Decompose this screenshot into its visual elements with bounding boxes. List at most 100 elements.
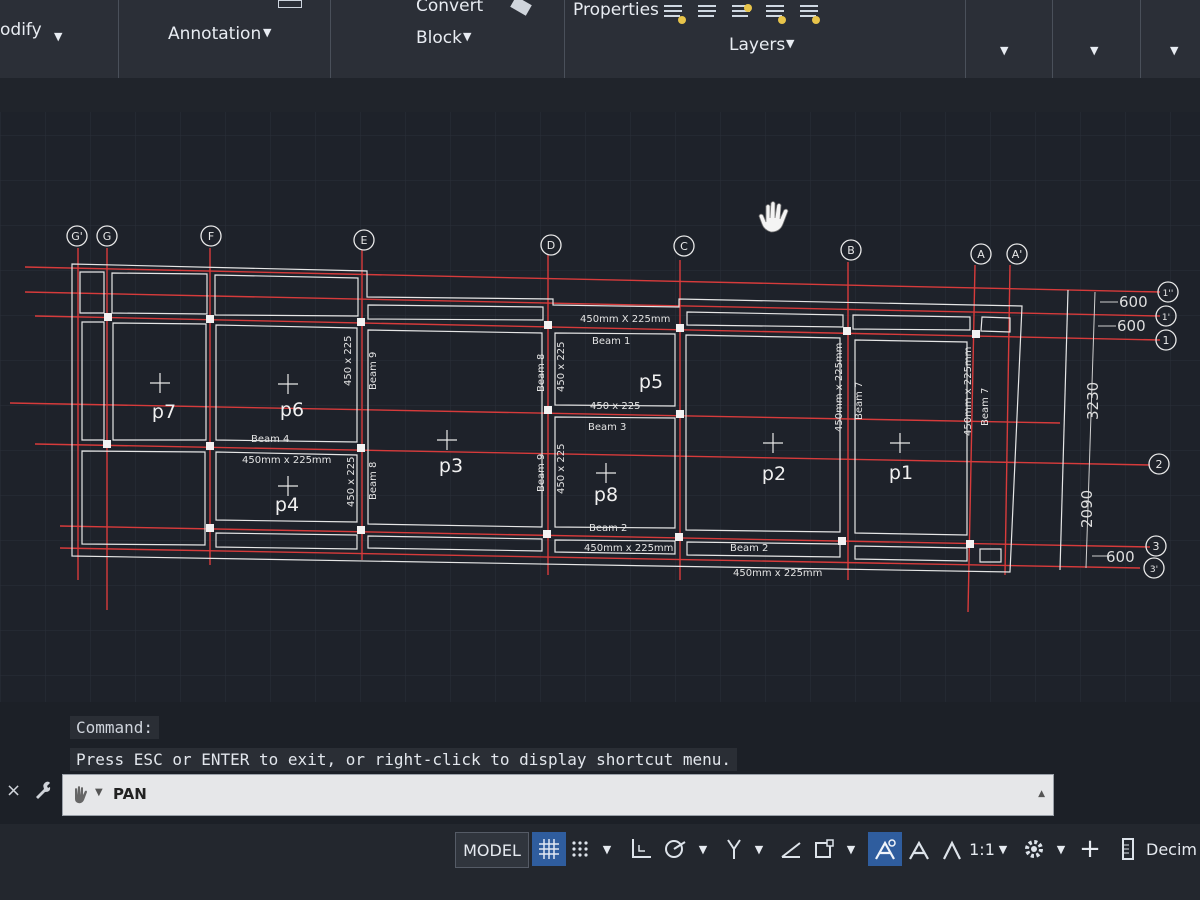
properties-label[interactable]: Properties [573,0,659,20]
object-snap-tracking-icon[interactable] [776,832,806,866]
chevron-down-icon[interactable]: ▼ [95,787,103,798]
chevron-down-icon[interactable]: ▼ [694,832,712,866]
beam-label-7: Beam 7 [980,388,991,426]
pan-hand-icon [75,786,87,804]
object-snap-icon[interactable] [810,832,838,866]
panel-label-p6: p6 [280,399,304,421]
chevron-down-icon[interactable]: ▼ [842,832,860,866]
viewport-header [0,78,1200,113]
beam-dimension-label: 450mm x 225mm [733,568,822,579]
beam-label-8: Beam 8 [368,462,379,500]
annotation-scale-icon[interactable] [938,832,966,866]
panel-label-p7: p7 [152,401,176,423]
grid-bubble-d: D [547,239,555,252]
annotation-scale-value[interactable]: 1:1 [968,832,996,866]
block-editor-icon[interactable] [510,0,532,16]
beam-dimension-label: 450mm X 225mm [580,314,670,325]
chevron-down-icon[interactable]: ▼ [263,26,271,39]
panel-label-p1: p1 [889,462,913,484]
beam-label-9: Beam 9 [536,454,547,492]
beam-label-8: Beam 8 [536,354,547,392]
model-space-button[interactable]: MODEL [455,832,529,868]
beam-label-1: Beam 1 [592,336,630,347]
beam-dimension-label: 450mm x 225mm [242,455,331,466]
units-label[interactable]: Decim [1146,832,1200,866]
command-line-text: PAN [113,785,147,803]
grid-bubble-2: 2 [1156,458,1163,471]
panel-layers-label[interactable]: Layers [729,35,785,55]
dimension-label: 3230 [1084,382,1102,420]
panel-label-p3: p3 [439,455,463,477]
units-icon[interactable] [1118,832,1138,866]
chevron-down-icon[interactable]: ▼ [54,30,62,43]
panel-annotation-label[interactable]: Annotation [168,24,261,44]
grid-bubble-e: E [361,234,368,247]
dimension-label: 600 [1119,293,1148,311]
snap-mode-icon[interactable] [568,832,592,866]
beam-dimension-label: 450 x 225 [556,444,567,494]
grid-bubble-c: C [680,240,688,253]
beam-label-2: Beam 2 [730,543,768,554]
plus-icon[interactable]: + [1076,832,1104,866]
convert-label[interactable]: Convert [416,0,483,16]
floor-plan-drawing[interactable]: G' G F E D C B A A' 1'' 1' 1 2 3 3' p7 p… [0,112,1200,702]
panel-modify-label[interactable]: odify [0,20,42,40]
command-line-input[interactable]: ▼ PAN ▲ [62,774,1054,816]
gear-icon[interactable] [1020,832,1048,866]
grid-bubble-1: 1 [1163,334,1170,347]
chevron-down-icon[interactable]: ▼ [786,37,794,50]
grid-bubble-f: F [208,230,214,243]
chevron-down-icon[interactable]: ▼ [598,832,616,866]
panel-label-p4: p4 [275,494,299,516]
annotation-autoscale-icon[interactable] [904,832,934,866]
grid-bubble-3-prime: 3' [1150,565,1158,575]
chevron-down-icon[interactable]: ▼ [1090,44,1098,57]
beam-label-4: Beam 4 [251,434,289,445]
beam-label-2: Beam 2 [589,523,627,534]
beam-dimension-label: 450 x 225 [556,342,567,392]
status-bar: MODEL ▼ ▼ ▼ ▼ 1:1 ▼ ▼ + Decim [0,824,1200,900]
chevron-down-icon[interactable]: ▼ [750,832,768,866]
beam-label-9: Beam 9 [368,352,379,390]
panel-block-label[interactable]: Block [416,28,462,48]
ortho-mode-icon[interactable] [626,832,656,866]
dimension-label: 600 [1106,548,1135,566]
chevron-up-icon[interactable]: ▲ [1038,789,1045,799]
beam-dimension-label: 450mm x 225mm [834,343,845,432]
grid-bubble-3: 3 [1153,540,1160,553]
command-history-message: Press ESC or ENTER to exit, or right-cli… [70,748,738,771]
beam-label-7: Beam 7 [854,382,865,420]
grid-bubble-g: G [103,230,112,243]
chevron-down-icon[interactable]: ▼ [1170,44,1178,57]
command-prompt-label: Command: [70,716,160,739]
panel-label-p5: p5 [639,371,663,393]
chevron-down-icon[interactable]: ▼ [996,832,1010,866]
grid-bubble-a-prime: A' [1012,248,1023,261]
beam-label-3: Beam 3 [588,422,626,433]
drawing-canvas[interactable]: G' G F E D C B A A' 1'' 1' 1 2 3 3' p7 p… [0,112,1200,702]
grid-bubble-g-prime: G' [71,230,83,243]
panel-label-p8: p8 [594,484,618,506]
wrench-icon[interactable] [32,780,52,800]
grid-bubble-1-prime: 1' [1162,313,1170,323]
polar-tracking-icon[interactable] [660,832,690,866]
layer-tools-icons[interactable] [660,0,830,26]
beam-dimension-label: 450mm x 225mm [963,347,974,436]
beam-dimension-label: 450 x 225 [343,336,354,386]
beam-dimension-label: 450mm x 225mm [584,543,673,554]
grid-bubble-1-double-prime: 1'' [1163,289,1174,299]
chevron-down-icon[interactable]: ▼ [1000,44,1008,57]
chevron-down-icon[interactable]: ▼ [463,30,471,43]
beam-dimension-label: 450 x 225 [346,457,357,507]
close-icon[interactable]: × [6,780,21,801]
grid-bubble-a: A [977,248,985,261]
grid-bubble-b: B [847,244,855,257]
chevron-down-icon[interactable]: ▼ [1052,832,1070,866]
annotation-visibility-icon[interactable] [868,832,902,866]
grid-display-icon[interactable] [532,832,566,866]
ribbon: odify ▼ Annotation ▼ Convert Block ▼ Pro… [0,0,1200,79]
table-icon[interactable] [278,0,302,8]
dimension-label: 600 [1117,317,1146,335]
isodraft-icon[interactable] [720,832,748,866]
beam-dimension-label: 450 x 225 [590,401,640,412]
